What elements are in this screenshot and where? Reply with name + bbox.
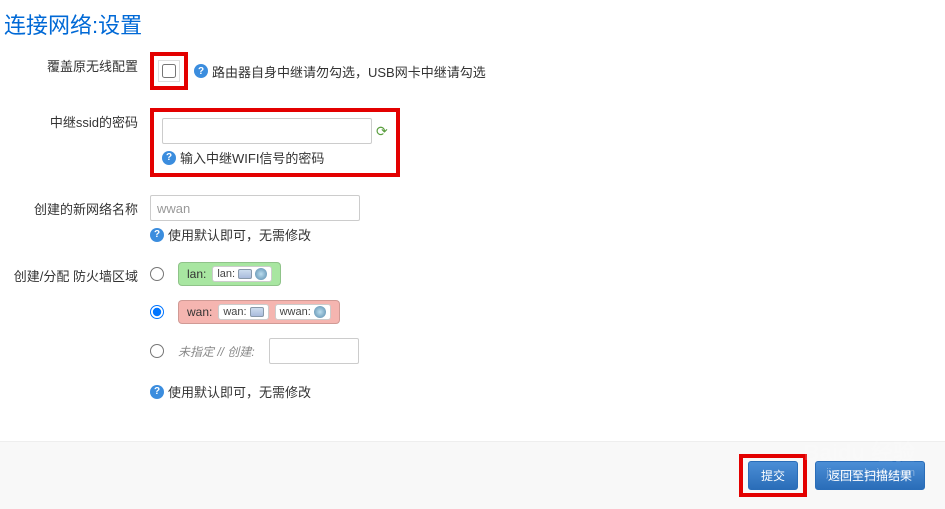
zone-lan-label: lan: [187,267,206,281]
overwrite-label: 覆盖原无线配置 [0,52,150,75]
help-icon[interactable]: ? [150,228,164,242]
refresh-icon[interactable]: ⟳ [376,123,388,140]
submit-button[interactable]: 提交 [748,461,798,490]
zone-wan-label: wan: [187,305,212,319]
ethernet-icon [250,307,264,317]
zone-badge-lan[interactable]: lan: lan: [178,262,281,286]
help-icon[interactable]: ? [194,64,208,78]
highlight-box-password: ⟳ ? 输入中继WIFI信号的密码 [150,108,400,177]
highlight-box-submit: 提交 [739,454,807,497]
firewall-radio-unspecified[interactable] [150,344,164,358]
iface-chip-wan: wan: [218,304,268,320]
firewall-radio-lan[interactable] [150,267,164,281]
password-label: 中继ssid的密码 [0,108,150,131]
iface-chip-wwan: wwan: [275,304,331,320]
globe-icon [255,268,267,280]
network-name-label: 创建的新网络名称 [0,195,150,218]
ethernet-icon [238,269,252,279]
firewall-radio-wan[interactable] [150,305,164,319]
password-input[interactable] [162,118,372,144]
network-name-hint: 使用默认即可，无需修改 [168,225,311,244]
firewall-hint: 使用默认即可，无需修改 [168,382,311,401]
overwrite-hint: 路由器自身中继请勿勾选，USB网卡中继请勾选 [212,62,486,81]
help-icon[interactable]: ? [162,151,176,165]
footer-bar: 提交 返回至扫描结果 Baidu 经验 jingyan.baidu.com [0,441,945,509]
help-icon[interactable]: ? [150,385,164,399]
globe-icon [314,306,326,318]
overwrite-checkbox[interactable] [162,64,176,78]
page-title: 连接网络:设置 [0,0,945,52]
new-zone-input[interactable] [269,338,359,364]
network-name-input[interactable] [150,195,360,221]
overwrite-checkbox-wrap [158,60,180,82]
highlight-box-overwrite [150,52,188,90]
zone-badge-wan[interactable]: wan: wan: wwan: [178,300,340,324]
firewall-label: 创建/分配 防火墙区域 [0,262,150,285]
password-hint: 输入中继WIFI信号的密码 [180,148,324,167]
unspecified-label: 未指定 // 创建: [178,343,255,360]
iface-chip-lan: lan: [212,266,272,282]
back-button[interactable]: 返回至扫描结果 [815,461,925,490]
